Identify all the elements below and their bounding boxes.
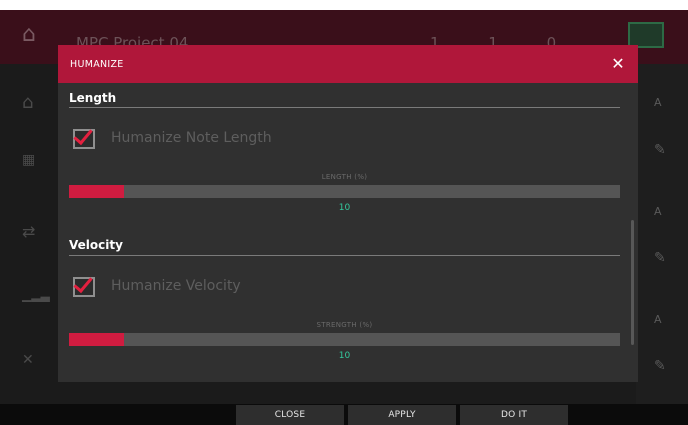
dialog-header: HUMANIZE ✕	[58, 45, 638, 83]
dialog-title: HUMANIZE	[70, 59, 124, 70]
section-divider	[69, 255, 620, 256]
length-slider-label: LENGTH (%)	[321, 173, 368, 181]
automation-label-2: A	[654, 205, 662, 218]
top-border	[0, 0, 688, 10]
section-title-length: Length	[69, 91, 117, 105]
checkmark-icon	[73, 124, 93, 146]
length-slider-fill	[69, 185, 125, 198]
automation-label-1: A	[654, 96, 662, 109]
xy-icon: ✕	[22, 352, 34, 368]
checkmark-icon	[73, 272, 93, 294]
pencil-icon: ✎	[654, 142, 666, 158]
home-icon: ⌂	[22, 22, 36, 47]
apply-button[interactable]: APPLY	[348, 405, 456, 425]
bottom-button-bar	[0, 404, 688, 425]
length-slider-value: 10	[338, 203, 351, 213]
humanize-dialog: HUMANIZE ✕ Length Humanize Note Length L…	[58, 45, 638, 382]
background-right-column	[636, 64, 688, 404]
length-slider[interactable]	[69, 185, 620, 198]
section-title-velocity: Velocity	[69, 238, 123, 252]
humanize-velocity-label: Humanize Velocity	[111, 278, 241, 294]
pencil-icon: ✎	[654, 358, 666, 374]
automation-label-3: A	[654, 313, 662, 326]
pencil-icon: ✎	[654, 250, 666, 266]
close-icon[interactable]: ✕	[606, 53, 630, 75]
strength-slider-fill	[69, 333, 125, 346]
close-button[interactable]: CLOSE	[236, 405, 344, 425]
grid-icon: ▦	[22, 152, 36, 168]
humanize-velocity-checkbox[interactable]	[73, 272, 95, 297]
humanize-note-length-label: Humanize Note Length	[111, 130, 272, 146]
shuffle-icon: ⇄	[22, 222, 36, 241]
section-divider	[69, 107, 620, 108]
strength-slider[interactable]	[69, 333, 620, 346]
do-it-button[interactable]: DO IT	[460, 405, 568, 425]
humanize-note-length-checkbox[interactable]	[73, 124, 95, 149]
strength-slider-label: STRENGTH (%)	[316, 321, 373, 329]
screen: ⌂ MPC Project 04 1 1 0 ⌂ ▦ ⇄ ▁▂▃ ✕ A ✎ A…	[0, 0, 688, 425]
level-icon: ▁▂▃	[22, 288, 50, 302]
home-nav-icon: ⌂	[22, 92, 34, 113]
strength-slider-value: 10	[338, 351, 351, 361]
dialog-scrollbar[interactable]	[631, 220, 634, 345]
